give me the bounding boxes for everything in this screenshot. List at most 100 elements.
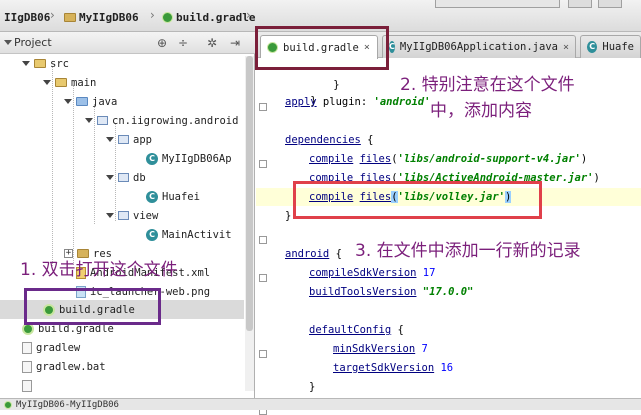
- code-line[interactable]: }: [285, 207, 291, 225]
- expand-arrow-icon[interactable]: [85, 118, 93, 123]
- tree-item-view-class[interactable]: C MainActivit: [146, 225, 232, 244]
- target-icon[interactable]: ⊕: [155, 36, 169, 50]
- class-icon: C: [146, 152, 158, 165]
- fold-marker-icon[interactable]: [259, 274, 267, 282]
- panel-menu-caret-icon[interactable]: [4, 40, 12, 45]
- package-icon: [97, 116, 108, 125]
- expand-arrow-icon[interactable]: [43, 80, 51, 85]
- toolbar-button[interactable]: [568, 0, 592, 8]
- project-view-selector[interactable]: Project: [14, 36, 52, 49]
- project-panel-header: Project ⊕ ÷ ✲ ⇥: [0, 32, 255, 54]
- tab-huafei[interactable]: C Huafe: [580, 35, 641, 58]
- code-token: defaultConfig: [309, 324, 392, 336]
- package-icon: [118, 173, 129, 182]
- toolbar-button[interactable]: [598, 0, 622, 8]
- file-icon: [22, 379, 32, 392]
- class-icon: C: [389, 41, 395, 53]
- hide-panel-icon[interactable]: ⇥: [228, 36, 242, 50]
- gear-icon[interactable]: ✲: [205, 36, 219, 50]
- file-icon: [22, 360, 32, 373]
- folder-icon: [34, 59, 46, 68]
- code-line[interactable]: apply plugin: 'android': [285, 93, 430, 111]
- fold-marker-icon[interactable]: [259, 350, 267, 358]
- breadcrumb-label: build.gradle: [176, 10, 256, 24]
- status-text: MyIIgDB06-MyIIgDB06: [16, 399, 119, 410]
- tree-item-label: db: [133, 171, 146, 184]
- tree-item-app-class[interactable]: C MyIIgDB06Ap: [146, 149, 232, 168]
- code-line[interactable]: dependencies {: [285, 131, 374, 149]
- tree-item-label: gradlew.bat: [36, 360, 106, 373]
- tree-item-more[interactable]: [22, 376, 32, 395]
- tree-item-java[interactable]: java: [64, 92, 117, 111]
- code-token: {: [329, 248, 342, 260]
- tree-item-label: view: [133, 209, 159, 222]
- close-icon[interactable]: ×: [563, 42, 569, 53]
- code-token: ): [593, 172, 600, 184]
- collapse-icon[interactable]: ÷: [176, 36, 190, 50]
- code-token: android: [285, 248, 330, 260]
- code-line[interactable]: }: [285, 74, 316, 107]
- gradle-file-icon: [162, 11, 173, 23]
- fold-marker-icon[interactable]: [259, 236, 267, 244]
- project-panel-scrollbar[interactable]: [245, 56, 254, 391]
- file-icon: [22, 341, 32, 354]
- tree-item-db-class[interactable]: C Huafei: [146, 187, 200, 206]
- source-folder-icon: [76, 97, 88, 106]
- code-line[interactable]: compileSdkVersion 17: [309, 264, 435, 282]
- code-line[interactable]: compile files('libs/android-support-v4.j…: [309, 150, 587, 168]
- expand-arrow-icon[interactable]: [106, 137, 114, 142]
- annotation-step-1: 1. 双击打开这个文件: [20, 260, 178, 280]
- tree-item-label: app: [133, 133, 152, 146]
- expand-arrow-icon[interactable]: [64, 99, 72, 104]
- tree-item-app[interactable]: app: [106, 130, 152, 149]
- status-bar: MyIIgDB06-MyIIgDB06: [0, 398, 641, 410]
- tree-item-label: main: [71, 76, 97, 89]
- tree-item-label: cn.iigrowing.android: [112, 114, 239, 127]
- class-icon: C: [587, 41, 598, 53]
- code-line[interactable]: defaultConfig {: [309, 321, 404, 339]
- tree-item-package[interactable]: cn.iigrowing.android: [85, 111, 238, 130]
- tree-item-src[interactable]: src: [22, 54, 69, 73]
- class-icon: C: [146, 228, 158, 241]
- tree-item-view[interactable]: view: [106, 206, 158, 225]
- code-token: compile: [309, 153, 354, 165]
- expand-arrow-icon[interactable]: [106, 175, 114, 180]
- code-token: ): [580, 153, 588, 165]
- expand-arrow-icon[interactable]: [22, 61, 30, 66]
- tree-item-gradlew[interactable]: gradlew: [22, 338, 80, 357]
- code-line[interactable]: android {: [285, 245, 342, 263]
- tree-item-label: java: [92, 95, 118, 108]
- code-token: {: [391, 324, 404, 336]
- code-token: targetSdkVersion: [333, 362, 435, 374]
- code-token: }: [333, 79, 340, 91]
- code-token: buildToolsVersion: [309, 286, 417, 298]
- tree-item-main[interactable]: main: [43, 73, 96, 92]
- breadcrumb-label: IIgDB06: [4, 10, 51, 24]
- tree-item-label: src: [50, 57, 69, 70]
- gradle-icon: [4, 400, 12, 409]
- tab-label: Huafe: [602, 41, 634, 53]
- breadcrumb-project[interactable]: MyIIgDB06: [60, 8, 143, 26]
- code-line[interactable]: buildToolsVersion "17.0.0": [309, 283, 473, 301]
- code-token: }: [285, 210, 292, 222]
- breadcrumb-project-partial[interactable]: IIgDB06: [0, 8, 54, 26]
- annotation-step-3: 3. 在文件中添加一行新的记录: [355, 241, 581, 261]
- tab-myiigdb06application[interactable]: C MyIIgDB06Application.java ×: [382, 35, 576, 58]
- tree-item-gradlew-bat[interactable]: gradlew.bat: [22, 357, 106, 376]
- code-line[interactable]: }: [309, 378, 315, 396]
- fold-marker-icon[interactable]: [259, 103, 267, 111]
- expand-arrow-icon[interactable]: [106, 213, 114, 218]
- fold-marker-icon[interactable]: [259, 160, 267, 168]
- tree-item-db[interactable]: db: [106, 168, 146, 187]
- package-icon: [118, 135, 129, 144]
- code-token: apply: [285, 96, 317, 108]
- tree-item-label: MainActivit: [162, 228, 232, 241]
- code-line[interactable]: targetSdkVersion 16: [333, 359, 453, 377]
- code-string: 'android': [373, 96, 431, 108]
- partial-window-tab[interactable]: [435, 0, 560, 8]
- breadcrumb-file[interactable]: build.gradle: [158, 8, 259, 26]
- code-token: }: [309, 381, 316, 393]
- code-line[interactable]: minSdkVersion 7: [333, 340, 428, 358]
- scrollbar-thumb[interactable]: [246, 56, 253, 331]
- folder-icon: [55, 78, 67, 87]
